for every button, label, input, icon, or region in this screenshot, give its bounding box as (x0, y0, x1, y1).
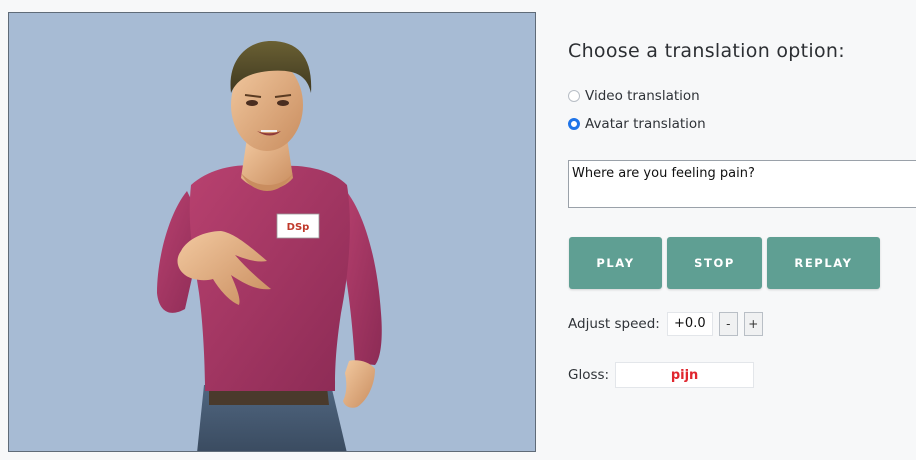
options-heading: Choose a translation option: (568, 40, 845, 62)
avatar-translation-option[interactable]: Avatar translation (568, 116, 706, 132)
gloss-display: Gloss: pijn (568, 362, 755, 388)
gloss-value: pijn (615, 362, 755, 388)
avatar-translation-label: Avatar translation (585, 116, 706, 132)
speed-decrease-button[interactable]: - (718, 311, 738, 336)
speed-increase-button[interactable]: + (743, 311, 763, 336)
avatar-viewport: DSp (8, 12, 536, 452)
speed-value: +0.0 (666, 311, 713, 336)
video-translation-option[interactable]: Video translation (568, 88, 700, 104)
play-button[interactable]: PLAY (569, 237, 662, 289)
speed-control: Adjust speed: +0.0 - + (568, 311, 763, 336)
badge-logo: DSp (287, 222, 310, 233)
video-translation-label: Video translation (585, 88, 700, 104)
controls-panel: Choose a translation option: Video trans… (568, 0, 916, 460)
radio-unchecked-icon[interactable] (568, 90, 580, 102)
translation-page: DSp Choose a translation option: Video t… (0, 0, 916, 460)
radio-checked-icon[interactable] (568, 118, 580, 130)
sentence-input[interactable]: Where are you feeling pain? (568, 160, 916, 208)
stop-button[interactable]: STOP (667, 237, 762, 289)
gloss-label: Gloss: (568, 367, 610, 383)
signing-avatar-image: DSp (157, 41, 382, 451)
speed-label: Adjust speed: (568, 315, 660, 332)
replay-button[interactable]: REPLAY (767, 237, 880, 289)
